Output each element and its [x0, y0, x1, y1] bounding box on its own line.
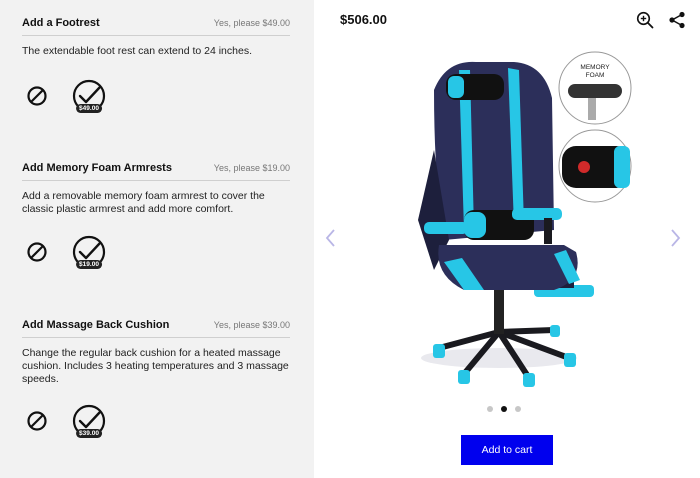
product-options-panel: Add a Footrest Yes, please $49.00 The ex… [0, 0, 314, 478]
option-title: Add a Footrest [22, 17, 100, 29]
zoom-in-icon[interactable] [636, 11, 654, 29]
option-price-badge: $49.00 [76, 104, 102, 113]
option-choices: $19.00 [26, 235, 106, 269]
yes-option-button[interactable]: $39.00 [72, 404, 106, 438]
product-gallery-panel: $506.00 MEMORY FOAM Add to cart [314, 0, 700, 478]
chevron-left-icon[interactable] [324, 228, 336, 248]
share-icon[interactable] [668, 11, 686, 29]
add-to-cart-button[interactable]: Add to cart [461, 435, 553, 465]
option-description: Add a removable memory foam armrest to c… [22, 190, 265, 215]
option-header: Add Memory Foam Armrests Yes, please $19… [22, 162, 290, 181]
carousel-dot[interactable] [515, 406, 521, 412]
yes-option-button[interactable]: $49.00 [72, 79, 106, 113]
yes-option-button[interactable]: $19.00 [72, 235, 106, 269]
carousel-indicator [487, 406, 521, 412]
memory-foam-label: FOAM [586, 72, 605, 79]
option-footrest: Add a Footrest Yes, please $49.00 The ex… [22, 17, 290, 58]
option-price-badge: $19.00 [76, 260, 102, 269]
option-massage-back-cushion: Add Massage Back Cushion Yes, please $39… [22, 319, 290, 386]
no-option-icon[interactable] [26, 85, 48, 107]
option-description: The extendable foot rest can extend to 2… [22, 45, 252, 57]
memory-foam-label: MEMORY [580, 64, 610, 71]
no-option-icon[interactable] [26, 410, 48, 432]
option-memory-foam-armrests: Add Memory Foam Armrests Yes, please $19… [22, 162, 290, 216]
option-price-note: Yes, please $19.00 [213, 163, 290, 173]
carousel-dot-active[interactable] [501, 406, 507, 412]
product-price: $506.00 [340, 12, 387, 27]
option-choices: $49.00 [26, 79, 106, 113]
option-header: Add Massage Back Cushion Yes, please $39… [22, 319, 290, 338]
no-option-icon[interactable] [26, 241, 48, 263]
option-title: Add Massage Back Cushion [22, 319, 170, 331]
chevron-right-icon[interactable] [670, 228, 682, 248]
option-header: Add a Footrest Yes, please $49.00 [22, 17, 290, 36]
option-choices: $39.00 [26, 404, 106, 438]
option-title: Add Memory Foam Armrests [22, 162, 172, 174]
product-image-gaming-chair[interactable]: MEMORY FOAM [404, 40, 644, 400]
option-price-note: Yes, please $39.00 [213, 320, 290, 330]
carousel-dot[interactable] [487, 406, 493, 412]
option-price-note: Yes, please $49.00 [213, 18, 290, 28]
option-description: Change the regular back cushion for a he… [22, 347, 289, 385]
option-price-badge: $39.00 [76, 429, 102, 438]
